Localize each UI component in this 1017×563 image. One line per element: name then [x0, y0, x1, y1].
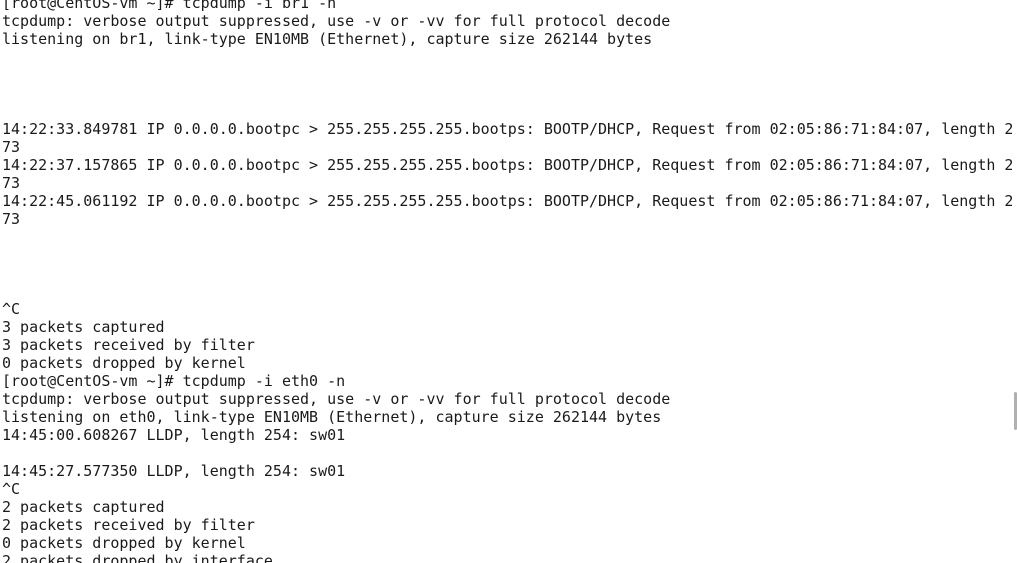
terminal-line-packet: 14:22:37.157865 IP 0.0.0.0.bootpc > 255.…: [2, 156, 1012, 174]
vertical-scrollbar[interactable]: [1013, 0, 1017, 563]
terminal-line-packet: 14:22:33.849781 IP 0.0.0.0.bootpc > 255.…: [2, 120, 1012, 138]
terminal-line-prompt: [root@CentOS-vm ~]# tcpdump -i eth0 -n: [2, 372, 346, 390]
terminal-line-interrupt: ^C: [2, 480, 21, 498]
terminal-line-prompt: [root@CentOS-vm ~]# tcpdump -i br1 -n: [2, 0, 337, 12]
terminal-line-wrap: 73: [2, 210, 21, 228]
terminal-line-wrap: 73: [2, 174, 21, 192]
terminal-line-interrupt: ^C: [2, 300, 21, 318]
terminal-line-stat: 3 packets received by filter: [2, 336, 255, 354]
terminal-line-stat: 0 packets dropped by kernel: [2, 534, 246, 552]
terminal-line-stat: 3 packets captured: [2, 318, 165, 336]
terminal-output[interactable]: [root@CentOS-vm ~]# tcpdump -i br1 -n tc…: [2, 0, 1012, 563]
terminal-line-stat: 2 packets captured: [2, 498, 165, 516]
terminal-line-packet: 14:45:27.577350 LLDP, length 254: sw01: [2, 462, 346, 480]
terminal-line: tcpdump: verbose output suppressed, use …: [2, 390, 671, 408]
terminal-line-packet: 14:45:00.608267 LLDP, length 254: sw01: [2, 426, 346, 444]
terminal-line: tcpdump: verbose output suppressed, use …: [2, 12, 671, 30]
terminal-window[interactable]: [root@CentOS-vm ~]# tcpdump -i br1 -n tc…: [0, 0, 1017, 563]
terminal-line-stat: 2 packets dropped by interface: [2, 552, 273, 563]
terminal-line-stat: 2 packets received by filter: [2, 516, 255, 534]
terminal-line: listening on br1, link-type EN10MB (Ethe…: [2, 30, 653, 48]
terminal-line-stat: 0 packets dropped by kernel: [2, 354, 246, 372]
terminal-line-packet: 14:22:45.061192 IP 0.0.0.0.bootpc > 255.…: [2, 192, 1012, 210]
terminal-line-wrap: 73: [2, 138, 21, 156]
terminal-line: listening on eth0, link-type EN10MB (Eth…: [2, 408, 662, 426]
